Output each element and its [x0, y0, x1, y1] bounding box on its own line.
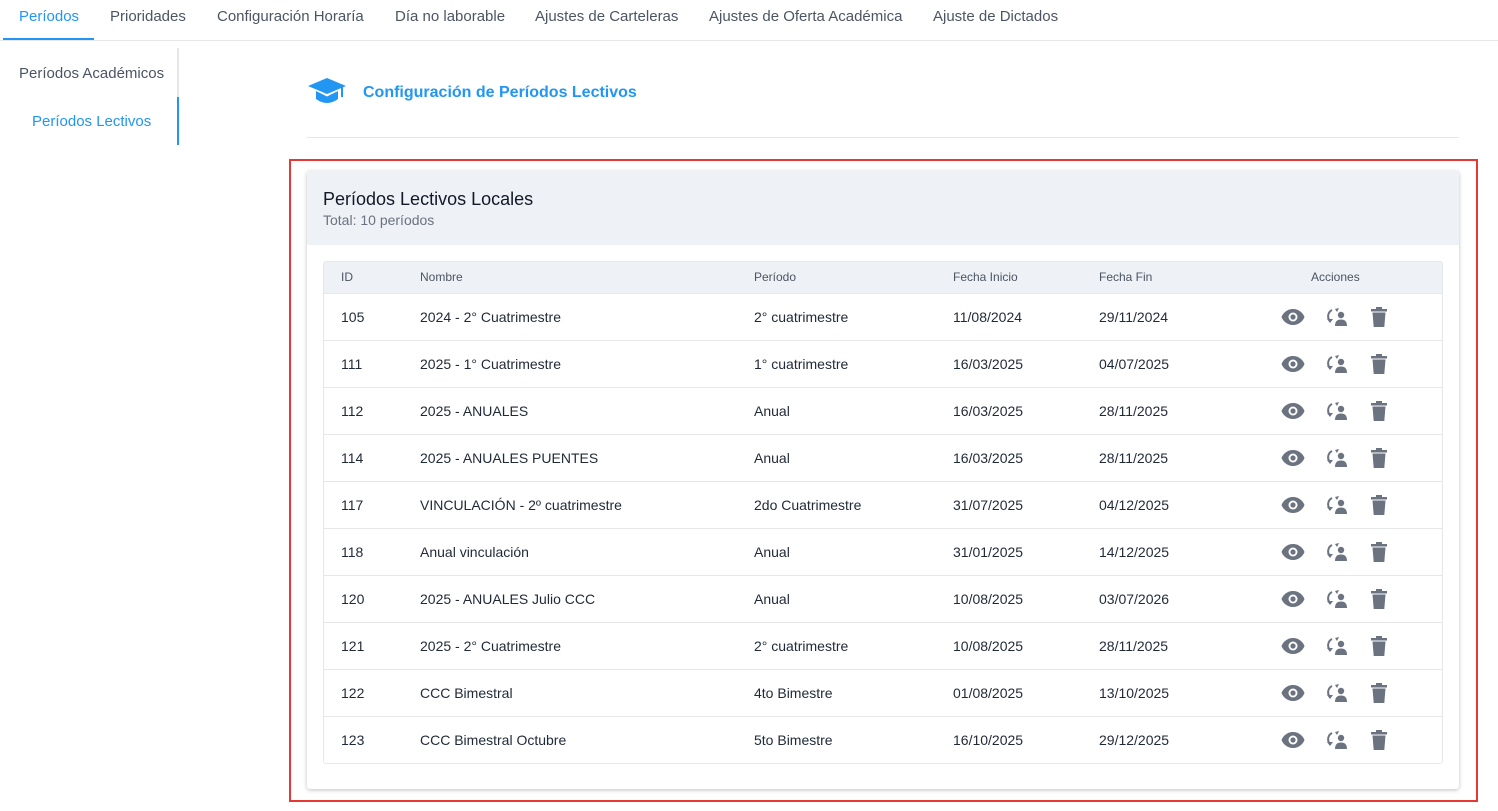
- tab-ajustes-oferta-academica[interactable]: Ajustes de Oferta Académica: [693, 0, 918, 40]
- tab-configuracion-horaria[interactable]: Configuración Horaría: [201, 0, 380, 40]
- side-item-periodos-academicos[interactable]: Períodos Académicos: [19, 65, 164, 82]
- side-menu-active-indicator: [177, 97, 179, 145]
- side-item-periodos-lectivos[interactable]: Períodos Lectivos: [32, 113, 151, 130]
- header-divider: [307, 137, 1459, 138]
- top-tab-bar: Períodos Prioridades Configuración Horar…: [0, 0, 1498, 41]
- tab-ajustes-carteleras[interactable]: Ajustes de Carteleras: [519, 0, 694, 40]
- tab-periodos[interactable]: Períodos: [3, 0, 94, 40]
- page-title: Configuración de Períodos Lectivos: [363, 84, 637, 101]
- tab-ajuste-dictados[interactable]: Ajuste de Dictados: [917, 0, 1074, 40]
- side-menu: [0, 48, 180, 145]
- selection-highlight-box: [289, 159, 1478, 802]
- tab-prioridades[interactable]: Prioridades: [94, 0, 202, 40]
- graduation-cap-icon: [307, 76, 347, 110]
- tab-dia-no-laborable[interactable]: Día no laborable: [379, 0, 521, 40]
